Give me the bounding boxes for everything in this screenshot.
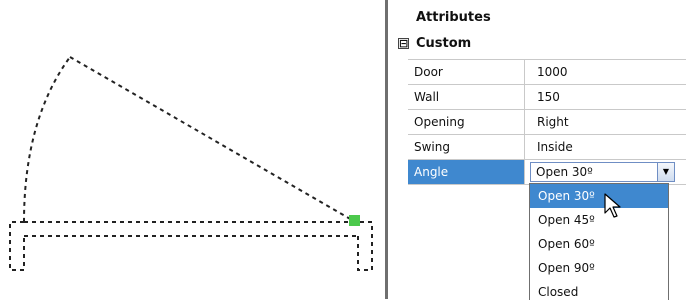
property-name: Door (408, 60, 525, 84)
property-row-door[interactable]: Door 1000 (408, 60, 686, 85)
dropdown-option-open-30[interactable]: Open 30º (530, 184, 668, 208)
wall-jamb-left (9, 221, 25, 271)
collapse-icon[interactable]: ⊟ (398, 38, 409, 49)
dropdown-option-open-60[interactable]: Open 60º (530, 232, 668, 256)
attributes-header: Attributes (416, 10, 491, 25)
dropdown-option-open-90[interactable]: Open 90º (530, 256, 668, 280)
property-name: Wall (408, 85, 525, 109)
dropdown-option-open-45[interactable]: Open 45º (530, 208, 668, 232)
property-row-opening[interactable]: Opening Right (408, 110, 686, 135)
property-value[interactable]: 1000 (525, 60, 686, 84)
property-name: Opening (408, 110, 525, 134)
custom-group-label: Custom (416, 36, 472, 51)
angle-dropdown-list: Open 30º Open 45º Open 60º Open 90º Clos… (529, 183, 669, 300)
property-row-wall[interactable]: Wall 150 (408, 85, 686, 110)
chevron-down-icon[interactable]: ▼ (657, 163, 674, 181)
property-row-angle[interactable]: Angle Open 30º ▼ (408, 160, 686, 185)
property-value[interactable]: Inside (525, 135, 686, 159)
property-value[interactable]: Right (525, 110, 686, 134)
door-swing-arc (23, 56, 71, 223)
mouse-cursor-icon (604, 193, 621, 218)
property-name: Swing (408, 135, 525, 159)
angle-combobox[interactable]: Open 30º ▼ (530, 162, 675, 182)
property-name: Angle (408, 160, 525, 184)
door-leaf (69, 56, 353, 221)
dropdown-option-closed[interactable]: Closed (530, 280, 668, 304)
door-drawing (9, 56, 373, 271)
combobox-value: Open 30º (536, 165, 593, 179)
property-value[interactable]: 150 (525, 85, 686, 109)
property-row-swing[interactable]: Swing Inside (408, 135, 686, 160)
grip-handle (349, 215, 360, 226)
property-grid: Door 1000 Wall 150 Opening Right Swing I… (408, 59, 686, 185)
drawing-canvas[interactable] (0, 0, 380, 299)
wall-jamb-right (352, 221, 373, 271)
